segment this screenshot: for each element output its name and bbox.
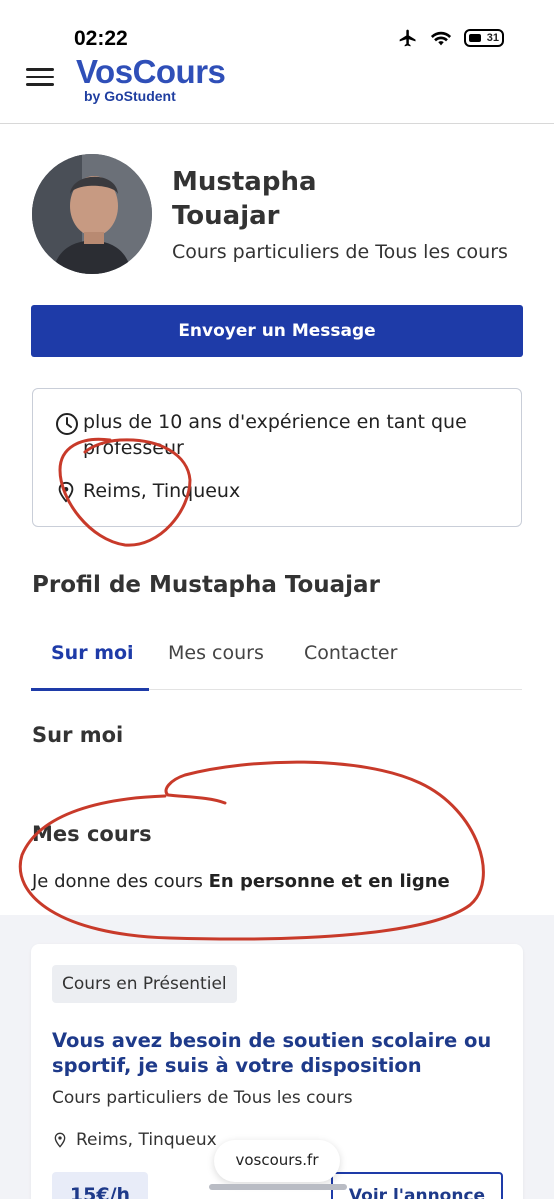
mes-cours-text-prefix: Je donne des cours — [32, 871, 209, 892]
status-bar: 02:22 31 — [0, 0, 554, 50]
tutor-name: Mustapha Touajar — [172, 165, 317, 233]
sur-moi-title: Sur moi — [32, 723, 124, 747]
location-pin-icon — [58, 481, 74, 503]
home-indicator — [209, 1184, 347, 1190]
status-icons: 31 — [398, 28, 504, 48]
site-header: VosCours by GoStudent — [0, 48, 554, 124]
hamburger-menu-icon[interactable] — [26, 68, 54, 88]
send-message-button[interactable]: Envoyer un Message — [31, 305, 523, 357]
course-title[interactable]: Vous avez besoin de soutien scolaire ou … — [52, 1028, 492, 1078]
clock-icon — [56, 413, 78, 435]
tab-contacter[interactable]: Contacter — [304, 642, 397, 664]
tutor-info-card: plus de 10 ans d'expérience en tant que … — [32, 388, 522, 527]
tutor-first-name: Mustapha — [172, 167, 317, 197]
mes-cours-title: Mes cours — [32, 822, 152, 846]
profile-section-title: Profil de Mustapha Touajar — [32, 572, 380, 598]
logo-main-text: VosCours — [76, 53, 226, 90]
browser-url-bar[interactable]: voscours.fr — [214, 1140, 340, 1182]
course-type-badge: Cours en Présentiel — [52, 965, 237, 1003]
location-text: Reims, Tinqueux — [83, 480, 241, 502]
logo-sub-text: by GoStudent — [84, 88, 176, 104]
mes-cours-text-mode: En personne et en ligne — [208, 871, 450, 892]
mes-cours-text: Je donne des cours En personne et en lig… — [32, 871, 450, 892]
tutor-subtitle: Cours particuliers de Tous les cours — [172, 241, 508, 263]
profile-tabs: Sur moi Mes cours Contacter — [31, 634, 522, 691]
wifi-icon — [430, 31, 452, 46]
course-price: 15€/h — [52, 1172, 148, 1199]
battery-icon: 31 — [464, 29, 504, 47]
location-row: Reims, Tinqueux — [55, 478, 503, 507]
tab-sur-moi[interactable]: Sur moi — [51, 642, 134, 664]
active-tab-indicator — [31, 688, 149, 691]
location-pin-icon — [54, 1132, 66, 1148]
course-location-text: Reims, Tinqueux — [76, 1130, 217, 1150]
view-listing-button[interactable]: Voir l'annonce — [331, 1172, 503, 1199]
experience-text: plus de 10 ans d'expérience en tant que … — [83, 411, 467, 459]
course-subtitle: Cours particuliers de Tous les cours — [52, 1088, 353, 1108]
tutor-avatar — [32, 154, 152, 274]
tab-mes-cours[interactable]: Mes cours — [168, 642, 264, 664]
battery-level: 31 — [486, 32, 499, 44]
course-location: Reims, Tinqueux — [52, 1130, 217, 1150]
experience-row: plus de 10 ans d'expérience en tant que … — [55, 409, 503, 461]
airplane-icon — [399, 29, 416, 47]
tutor-last-name: Touajar — [172, 201, 280, 231]
voscours-logo[interactable]: VosCours by GoStudent — [76, 53, 226, 105]
